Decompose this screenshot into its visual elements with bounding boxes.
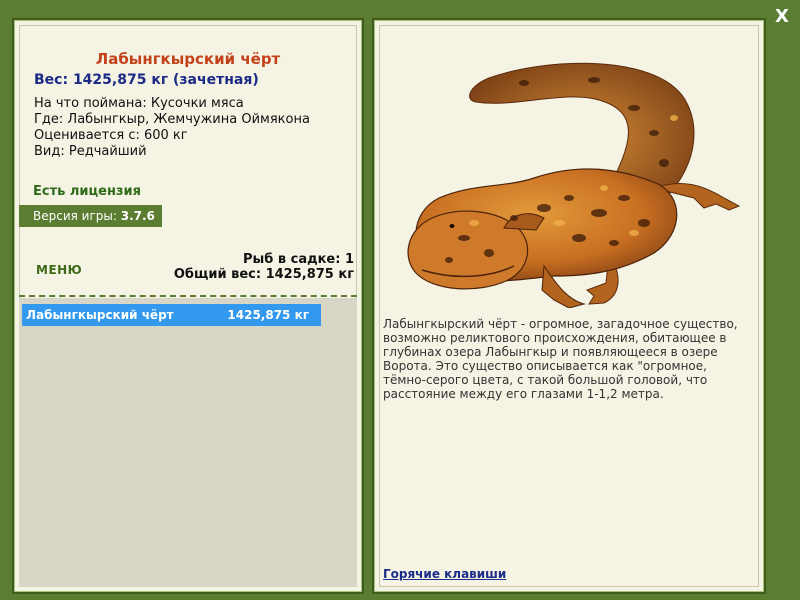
fish-title: Лабынгкырский чёрт bbox=[95, 50, 281, 68]
version-value: 3.7.6 bbox=[120, 209, 155, 223]
fish-weight: Вес: 1425,875 кг (зачетная) bbox=[34, 72, 259, 88]
eye-icon bbox=[449, 224, 455, 228]
menu-button[interactable]: МЕНЮ bbox=[36, 263, 82, 277]
section-divider bbox=[19, 295, 357, 297]
location-info: Где: Лабынгкыр, Жемчужина Оймякона bbox=[34, 112, 310, 127]
fish-info-panel: Лабынгкырский чёрт Вес: 1425,875 кг (зач… bbox=[12, 18, 364, 594]
version-badge: Версия игры: 3.7.6 bbox=[19, 205, 162, 227]
fish-description: Лабынгкырский чёрт - огромное, загадочно… bbox=[383, 317, 738, 401]
catch-item-weight: 1425,875 кг bbox=[227, 308, 309, 322]
version-label: Версия игры: bbox=[33, 209, 121, 223]
catch-list-item[interactable]: Лабынгкырский чёрт 1425,875 кг bbox=[22, 304, 321, 326]
value-info: Оценивается с: 600 кг bbox=[34, 128, 188, 143]
keepnet-count: Рыб в садке: 1 bbox=[242, 252, 354, 267]
hotkeys-link[interactable]: Горячие клавиши bbox=[383, 567, 506, 581]
fish-detail-panel: Лабынгкырский чёрт - огромное, загадочно… bbox=[372, 18, 766, 594]
keepnet-total-weight: Общий вес: 1425,875 кг bbox=[173, 267, 354, 282]
license-status: Есть лицензия bbox=[33, 184, 141, 199]
close-icon[interactable]: X bbox=[775, 6, 789, 27]
catch-item-name: Лабынгкырский чёрт bbox=[26, 308, 174, 322]
rarity-info: Вид: Редчайший bbox=[34, 144, 147, 159]
bait-info: На что поймана: Кусочки мяса bbox=[34, 96, 244, 111]
salamander-illustration bbox=[407, 62, 741, 308]
catch-list: Лабынгкырский чёрт 1425,875 кг bbox=[19, 298, 357, 587]
close-button[interactable]: X bbox=[770, 6, 794, 28]
